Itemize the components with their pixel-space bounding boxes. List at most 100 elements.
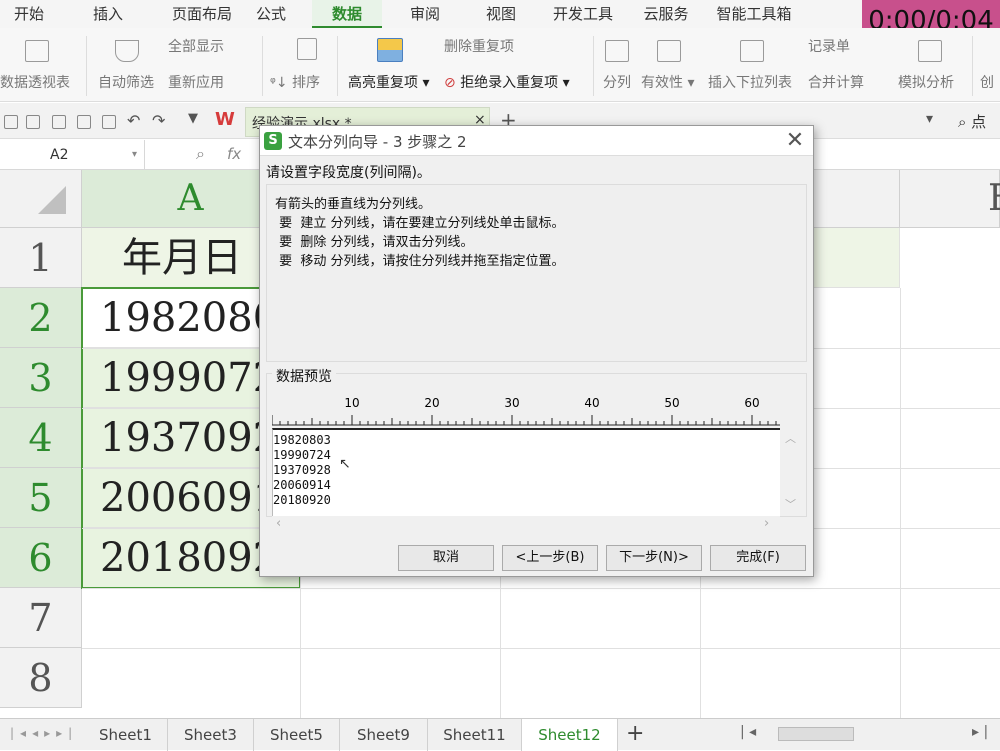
menu-bar: 开始 插入 页面布局 公式 数据 审阅 视图 开发工具 云服务 智能工具箱 bbox=[0, 0, 1000, 28]
scroll-down-icon[interactable]: ﹀ bbox=[785, 496, 796, 512]
text-to-columns-dialog: S 文本分列向导 - 3 步骤之 2 ✕ 请设置字段宽度(列间隔)。 有箭头的垂… bbox=[259, 125, 814, 577]
row-header-2[interactable]: 2 bbox=[0, 288, 82, 348]
select-all-triangle-icon bbox=[38, 186, 66, 214]
delete-duplicates-button[interactable]: 删除重复项 bbox=[444, 36, 514, 56]
tab-smart-tools[interactable]: 智能工具箱 bbox=[712, 0, 796, 28]
back-button[interactable]: <上一步(B) bbox=[502, 545, 598, 571]
insert-dropdown-button[interactable]: 插入下拉列表 bbox=[708, 72, 792, 92]
pin-icon[interactable]: ▾ bbox=[926, 111, 933, 127]
sheet-tab-sheet12[interactable]: Sheet12 bbox=[522, 719, 618, 751]
gridline-e bbox=[900, 288, 901, 718]
tab-data[interactable]: 数据 bbox=[312, 0, 382, 28]
print-preview-icon[interactable] bbox=[102, 115, 116, 129]
column-header-e[interactable]: E bbox=[900, 170, 1000, 228]
sort-label: 排序 bbox=[292, 75, 320, 91]
print-icon[interactable] bbox=[77, 115, 91, 129]
ruler-label: 40 bbox=[584, 396, 599, 410]
ruler-label: 10 bbox=[344, 396, 359, 410]
sort-button[interactable]: ᵠ↓ 排序 bbox=[270, 72, 320, 92]
finish-button[interactable]: 完成(F) bbox=[710, 545, 806, 571]
autofilter-button[interactable]: 自动筛选 bbox=[98, 72, 154, 92]
scroll-right-icon[interactable]: › bbox=[764, 516, 769, 531]
highlight-duplicates-button[interactable]: 高亮重复项 ▾ bbox=[348, 72, 429, 92]
scroll-up-icon[interactable]: ︿ bbox=[785, 430, 796, 446]
ruler-label: 50 bbox=[664, 396, 679, 410]
dialog-titlebar[interactable]: S 文本分列向导 - 3 步骤之 2 ✕ bbox=[260, 126, 813, 156]
save-as-icon[interactable] bbox=[52, 115, 66, 129]
split-columns-button[interactable]: 分列 bbox=[603, 72, 631, 92]
sheet-tab-sheet11[interactable]: Sheet11 bbox=[428, 719, 522, 751]
search-box[interactable]: ⌕ 点 bbox=[958, 111, 986, 132]
merge-calc-button[interactable]: 合并计算 bbox=[808, 72, 864, 92]
validity-label: 有效性 bbox=[641, 75, 683, 91]
data-preview-box[interactable]: 19820803 19990724 19370928 20060914 2018… bbox=[272, 428, 780, 516]
instruction-line: 要 删除 分列线，请双击分列线。 bbox=[275, 235, 474, 250]
row-header-5[interactable]: 5 bbox=[0, 468, 82, 528]
records-button[interactable]: 记录单 bbox=[808, 36, 850, 56]
name-box[interactable]: A2 ▾ bbox=[0, 140, 145, 170]
tab-review[interactable]: 审阅 bbox=[400, 0, 450, 28]
highlight-duplicates-icon bbox=[377, 38, 403, 62]
instruction-line: 要 移动 分列线，请按住分列线并拖至指定位置。 bbox=[275, 254, 565, 269]
tab-page-layout[interactable]: 页面布局 bbox=[152, 0, 252, 28]
row-header-4[interactable]: 4 bbox=[0, 408, 82, 468]
ruler-label: 60 bbox=[744, 396, 759, 410]
sheet-tab-sheet5[interactable]: Sheet5 bbox=[254, 719, 340, 751]
row-header-8[interactable]: 8 bbox=[0, 648, 82, 708]
column-ruler[interactable]: 10 20 30 40 50 60 bbox=[272, 391, 780, 431]
preview-line: 19990724 bbox=[273, 448, 331, 462]
search-text: 点 bbox=[971, 113, 987, 131]
zoom-icon[interactable]: ⌕ bbox=[196, 144, 205, 164]
create-button[interactable]: 创 bbox=[980, 72, 994, 92]
close-icon[interactable]: ✕ bbox=[782, 128, 808, 154]
highlight-duplicates-label: 高亮重复项 bbox=[348, 75, 418, 91]
hscroll-left-icon[interactable]: | ◂ bbox=[740, 724, 756, 740]
redo-icon[interactable]: ↷ bbox=[152, 111, 165, 130]
pivot-table-icon bbox=[25, 40, 49, 62]
row-header-6[interactable]: 6 bbox=[0, 528, 82, 588]
name-box-chevron-icon[interactable]: ▾ bbox=[132, 140, 137, 170]
add-sheet-icon[interactable]: + bbox=[626, 721, 644, 746]
row-header-7[interactable]: 7 bbox=[0, 588, 82, 648]
tab-start[interactable]: 开始 bbox=[0, 0, 58, 28]
preview-line: 20060914 bbox=[273, 478, 331, 492]
sort-glyph-icon: ᵠ↓ bbox=[270, 75, 292, 91]
show-all-button[interactable]: 全部显示 bbox=[168, 36, 224, 56]
save-icon[interactable] bbox=[26, 115, 40, 129]
mouse-cursor-icon: ↖ bbox=[339, 456, 351, 472]
search-icon: ⌕ bbox=[958, 113, 972, 131]
tab-cloud[interactable]: 云服务 bbox=[638, 0, 694, 28]
sheet-nav-arrows-icon[interactable]: |◂◂▸▸| bbox=[10, 726, 78, 740]
pivot-table-button[interactable]: 数据透视表 bbox=[0, 72, 70, 92]
tab-view[interactable]: 视图 bbox=[476, 0, 526, 28]
cancel-button[interactable]: 取消 bbox=[398, 545, 494, 571]
simulate-button[interactable]: 模拟分析 bbox=[898, 72, 954, 92]
function-icon[interactable]: fx bbox=[227, 145, 241, 163]
tab-insert[interactable]: 插入 bbox=[80, 0, 136, 28]
validity-button[interactable]: 有效性 ▾ bbox=[641, 72, 694, 92]
open-icon[interactable] bbox=[4, 115, 18, 129]
next-button[interactable]: 下一步(N)> bbox=[606, 545, 702, 571]
tab-developer[interactable]: 开发工具 bbox=[548, 0, 618, 28]
sheet-tab-bar: |◂◂▸▸| Sheet1 Sheet3 Sheet5 Sheet9 Sheet… bbox=[0, 718, 1000, 751]
select-all-corner[interactable] bbox=[0, 170, 82, 228]
tab-formulas[interactable]: 公式 bbox=[250, 0, 292, 28]
preview-line: 19370928 bbox=[273, 463, 331, 477]
instruction-line: 有箭头的垂直线为分列线。 bbox=[275, 197, 432, 212]
sheet-tab-sheet9[interactable]: Sheet9 bbox=[340, 719, 428, 751]
row-header-1[interactable]: 1 bbox=[0, 228, 82, 288]
preview-vertical-scrollbar[interactable]: ︿ ﹀ bbox=[780, 428, 800, 516]
hscroll-thumb[interactable] bbox=[778, 727, 854, 741]
sheet-tab-sheet1[interactable]: Sheet1 bbox=[84, 719, 168, 751]
preview-horizontal-scrollbar[interactable]: ‹ › bbox=[272, 516, 780, 534]
hscroll-right-icon[interactable]: ▸ | bbox=[972, 724, 988, 740]
customize-chevron-icon[interactable]: ▼ bbox=[188, 111, 198, 126]
sheet-tab-sheet3[interactable]: Sheet3 bbox=[168, 719, 254, 751]
undo-icon[interactable]: ↶ bbox=[127, 111, 140, 130]
reject-icon: ⊘ bbox=[444, 75, 461, 91]
scroll-left-icon[interactable]: ‹ bbox=[276, 516, 281, 531]
name-box-value: A2 bbox=[50, 147, 69, 163]
row-header-3[interactable]: 3 bbox=[0, 348, 82, 408]
reapply-button[interactable]: 重新应用 bbox=[168, 72, 224, 92]
reject-duplicates-button[interactable]: ⊘ 拒绝录入重复项 ▾ bbox=[444, 72, 570, 92]
